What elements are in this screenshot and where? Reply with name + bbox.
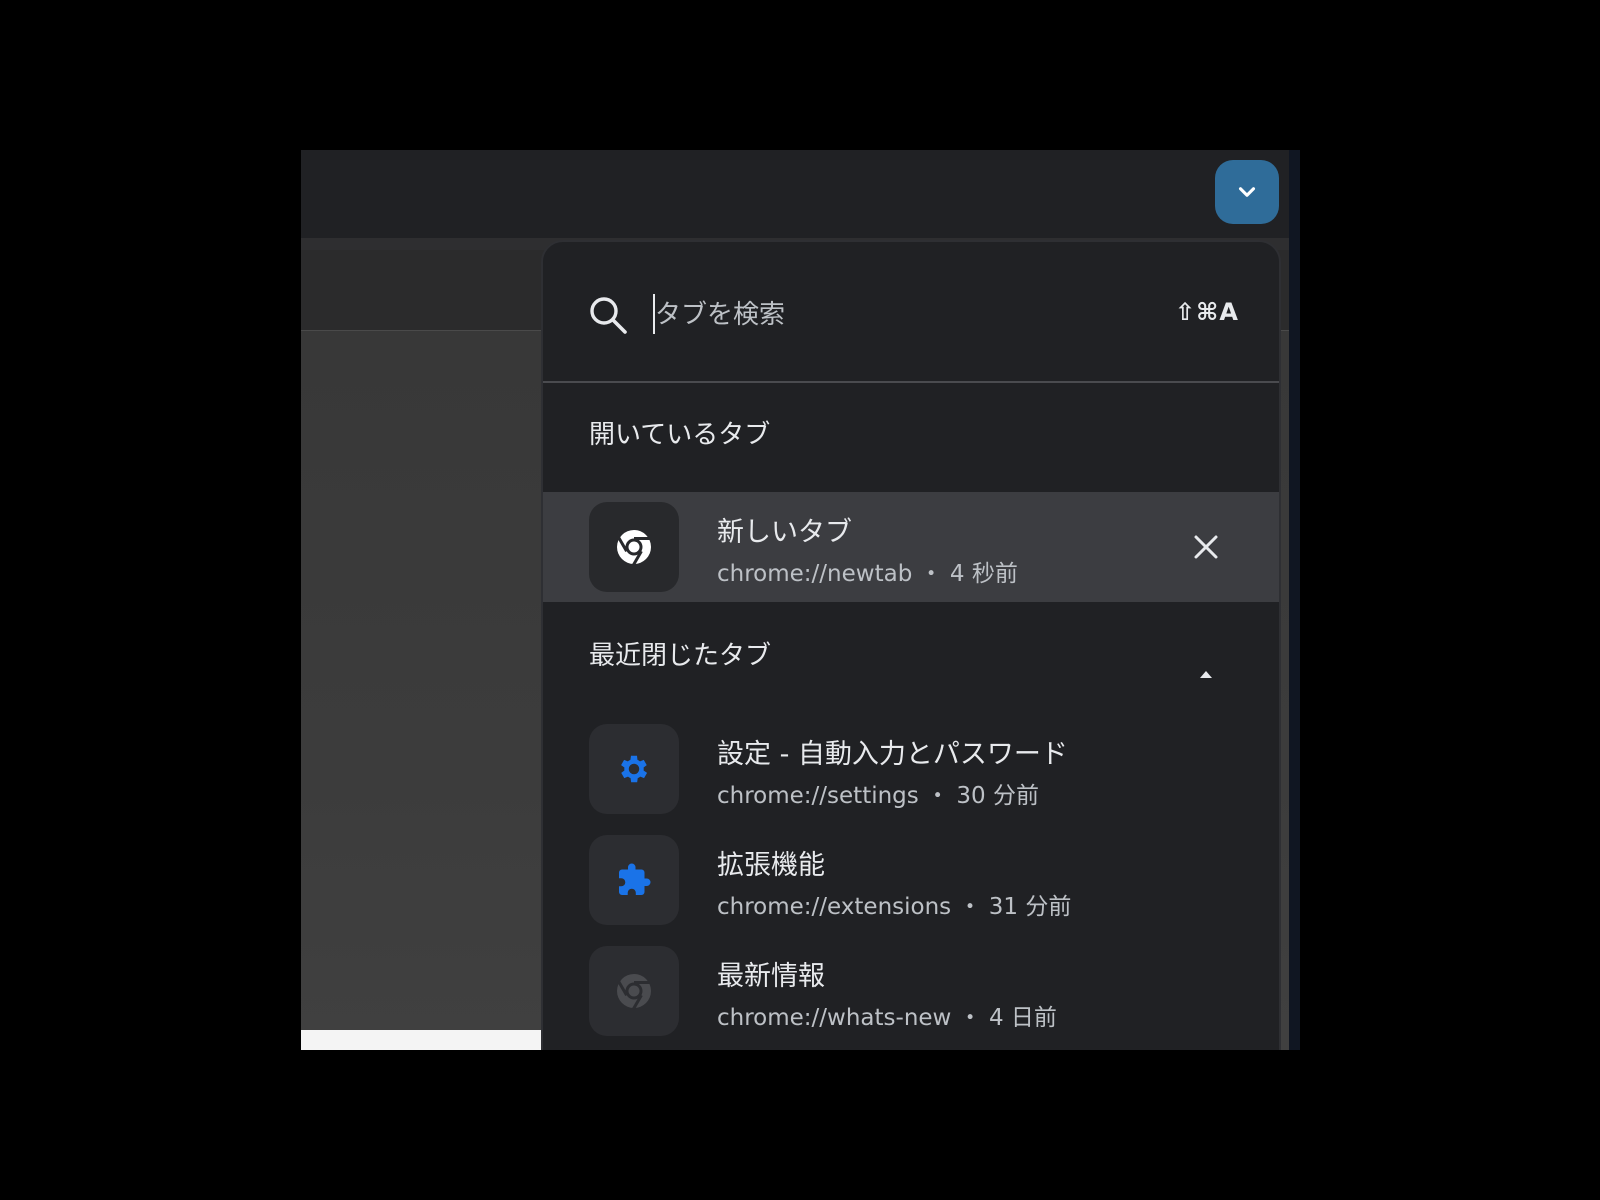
close-icon <box>1194 535 1218 559</box>
closed-tab-row[interactable]: 拡張機能 chrome://extensions ・ 31 分前 <box>543 825 1279 935</box>
closed-tab-row[interactable]: 設定 - 自動入力とパスワード chrome://settings ・ 30 分… <box>543 714 1279 824</box>
window-edge <box>1289 150 1300 1050</box>
tab-url: chrome://extensions ・ 31 分前 <box>717 894 1072 920</box>
tab-favicon <box>589 835 679 925</box>
collapse-section-button[interactable] <box>1189 657 1223 691</box>
tab-title: 設定 - 自動入力とパスワード <box>717 739 1068 770</box>
chevron-down-icon <box>1238 187 1256 197</box>
tab-title: 拡張機能 <box>717 850 825 881</box>
tab-title: 最新情報 <box>717 961 825 992</box>
closed-tab-row[interactable]: 最新情報 chrome://whats-new ・ 4 日前 <box>543 936 1279 1046</box>
tab-url: chrome://settings ・ 30 分前 <box>717 783 1039 809</box>
close-tab-button[interactable] <box>1187 528 1225 566</box>
chrome-icon <box>617 974 651 1010</box>
chrome-icon <box>617 530 651 566</box>
tab-favicon <box>589 502 679 592</box>
gear-icon <box>621 755 648 783</box>
open-tab-row[interactable]: 新しいタブ chrome://newtab ・ 4 秒前 <box>543 492 1279 602</box>
tab-search-button[interactable] <box>1215 160 1279 224</box>
puzzle-icon <box>619 863 651 895</box>
tab-strip <box>301 150 1300 238</box>
tab-search-panel: ⇧⌘A 開いているタブ 新しいタブ chrome://newtab ・ 4 秒前 <box>541 240 1281 1050</box>
tab-title: 新しいタブ <box>717 517 852 548</box>
recently-closed-heading: 最近閉じたタブ <box>589 641 772 671</box>
tab-search-input[interactable] <box>653 290 1117 340</box>
tab-search-bar: ⇧⌘A <box>543 242 1279 383</box>
open-tabs-heading: 開いているタブ <box>589 420 771 450</box>
search-icon <box>590 297 627 334</box>
tab-url: chrome://whats-new ・ 4 日前 <box>717 1005 1057 1031</box>
caret-up-icon <box>1200 671 1212 678</box>
page-content-edge <box>301 1030 541 1050</box>
tab-favicon <box>589 724 679 814</box>
tab-url: chrome://newtab ・ 4 秒前 <box>717 561 1018 587</box>
keyboard-shortcut: ⇧⌘A <box>1175 298 1239 326</box>
browser-window: ⇧⌘A 開いているタブ 新しいタブ chrome://newtab ・ 4 秒前 <box>301 150 1300 1050</box>
tab-favicon <box>589 946 679 1036</box>
